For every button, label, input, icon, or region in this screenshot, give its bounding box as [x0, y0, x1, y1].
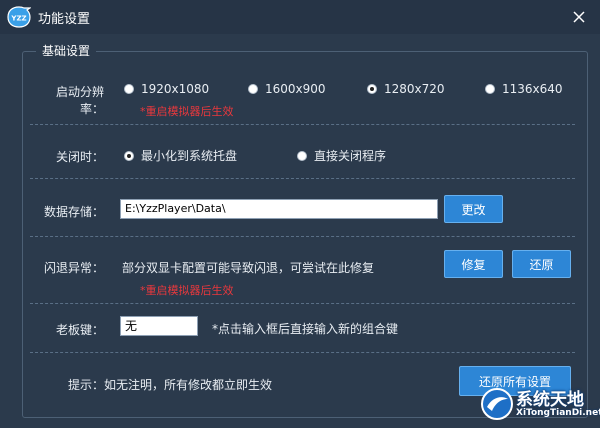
divider: [30, 236, 575, 237]
radio-dot: [485, 84, 495, 94]
watermark-name: 系统天地: [516, 390, 584, 410]
radio-label: 最小化到系统托盘: [141, 149, 238, 163]
radio-resolution-1600[interactable]: 1600x900: [248, 82, 326, 96]
radio-label: 1600x900: [265, 82, 326, 96]
close-icon: [573, 11, 585, 23]
radio-dot-selected: [367, 84, 377, 94]
radio-resolution-1136[interactable]: 1136x640: [485, 82, 563, 96]
settings-panel: [22, 51, 588, 418]
change-path-button[interactable]: 更改: [444, 195, 503, 223]
watermark-url: XiTongTianDi.net: [516, 408, 600, 418]
radio-label: 1920x1080: [141, 82, 210, 96]
radio-dot: [297, 150, 307, 161]
watermark-logo-icon: [481, 388, 513, 420]
crash-label: 闪退异常：: [43, 261, 104, 275]
section-legend: 基础设置: [36, 42, 97, 59]
divider: [30, 352, 575, 353]
resolution-label: 启动分辨率：: [55, 85, 104, 116]
svg-text:YZZ: YZZ: [10, 15, 26, 23]
close-behavior-label: 关闭时：: [55, 150, 104, 164]
boss-key-hint: *点击输入框后直接输入新的组合键: [212, 322, 399, 336]
app-logo-icon: YZZ: [7, 6, 31, 28]
crash-restart-note: *重启模拟器后生效: [140, 284, 234, 297]
boss-key-input[interactable]: 无: [120, 316, 198, 336]
radio-dot: [124, 84, 134, 94]
radio-label: 直接关闭程序: [314, 149, 387, 163]
restore-button[interactable]: 还原: [512, 250, 571, 278]
radio-label: 1280x720: [384, 82, 445, 96]
repair-button[interactable]: 修复: [444, 250, 503, 278]
radio-close-program[interactable]: 直接关闭程序: [297, 147, 386, 164]
radio-resolution-1280[interactable]: 1280x720: [367, 82, 445, 96]
divider: [30, 124, 575, 125]
radio-resolution-1920[interactable]: 1920x1080: [124, 82, 209, 96]
storage-label: 数据存储：: [43, 205, 104, 219]
title-bar: YZZ 功能设置: [0, 0, 600, 34]
divider: [30, 178, 575, 179]
storage-path-input[interactable]: E:\YzzPlayer\Data\: [120, 199, 438, 219]
footer-tip: 提示：如无注明，所有修改都立即生效: [68, 378, 273, 392]
radio-dot-selected: [124, 150, 134, 161]
divider: [30, 303, 575, 304]
radio-dot: [248, 84, 258, 94]
window-title: 功能设置: [38, 12, 91, 27]
boss-key-label: 老板键：: [55, 323, 104, 337]
watermark: 系统天地 XiTongTianDi.net: [478, 383, 600, 428]
radio-minimize-to-tray[interactable]: 最小化到系统托盘: [124, 147, 237, 164]
resolution-restart-note: *重启模拟器后生效: [140, 105, 234, 118]
crash-description: 部分双显卡配置可能导致闪退，可尝试在此修复: [122, 261, 375, 275]
radio-label: 1136x640: [502, 82, 563, 96]
close-button[interactable]: [566, 4, 592, 30]
